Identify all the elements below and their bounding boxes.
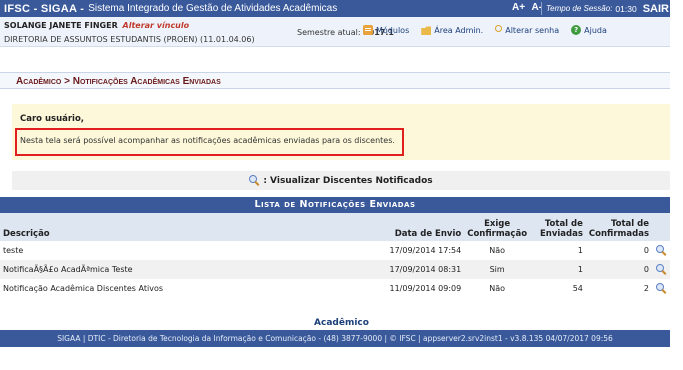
notice-box: Caro usuário, Nesta tela será possível a… — [12, 104, 670, 160]
cell-descricao: NotificaÃ§Ã£o AcadÃªmica Teste — [0, 260, 375, 279]
table-header-row: Descrição Data de Envio Exige Confirmaçã… — [0, 213, 670, 241]
footer: SIGAA | DTIC - Diretoria de Tecnologia d… — [0, 330, 670, 347]
legend-text: : Visualizar Discentes Notificados — [263, 175, 433, 186]
view-cell — [652, 241, 670, 260]
user-name: SOLANGE JANETE FINGER — [4, 21, 118, 30]
notice-text: Nesta tela será possível acompanhar as n… — [20, 136, 395, 145]
cell-enviadas: 1 — [530, 260, 586, 279]
cell-exige: Não — [489, 284, 505, 293]
legend-bar: : Visualizar Discentes Notificados — [12, 171, 670, 190]
toolbar: Módulos Área Admin. Alterar senha ? Ajud… — [363, 25, 619, 35]
notifications-table: Descrição Data de Envio Exige Confirmaçã… — [0, 213, 670, 298]
cell-confirmadas: 0 — [585, 260, 652, 279]
module-link[interactable]: Acadêmico — [0, 318, 683, 328]
cell-descricao: teste — [3, 246, 24, 255]
modulos-label: Módulos — [376, 25, 410, 35]
header-total-enviadas: Total de Enviadas — [530, 213, 586, 241]
magnifier-icon[interactable] — [656, 244, 666, 255]
cell-confirmadas: 2 — [643, 284, 649, 293]
logout-button[interactable]: SAIR — [643, 3, 669, 15]
key-icon — [495, 25, 503, 32]
alterar-senha-label: Alterar senha — [505, 25, 560, 35]
list-title: Lista de Notificações Enviadas — [0, 197, 670, 213]
view-cell — [652, 260, 670, 279]
semester-label: Semestre atual: — [297, 28, 361, 37]
breadcrumb: Acadêmico > Notificações Acadêmicas Envi… — [0, 72, 670, 89]
user-info: SOLANGE JANETE FINGER Alterar vínculo — [4, 21, 189, 30]
cell-data: 17/09/2014 08:31 — [374, 260, 465, 279]
header-actions — [652, 213, 670, 241]
magnifier-icon[interactable] — [656, 282, 666, 293]
cell-descricao: Notificação Acadêmica Discentes Ativos — [3, 284, 164, 293]
ajuda-label: Ajuda — [584, 25, 607, 35]
area-admin-label: Área Admin. — [434, 25, 484, 35]
table-row: teste 17/09/2014 17:54 Não 1 0 — [0, 241, 670, 260]
session-info: Tempo de Sessão: 01:30 SAIR — [541, 2, 669, 15]
area-admin-button[interactable]: Área Admin. — [421, 25, 483, 35]
session-time: 01:30 — [615, 3, 637, 14]
cell-confirmadas: 0 — [643, 246, 649, 255]
cell-enviadas: 54 — [572, 284, 583, 293]
header-total-confirmadas: Total de Confirmadas — [585, 213, 652, 241]
modules-icon — [363, 25, 373, 35]
folder-icon — [421, 26, 432, 35]
header-data: Data de Envio — [374, 213, 465, 241]
header-descricao: Descrição — [0, 213, 375, 241]
magnifier-icon[interactable] — [656, 263, 666, 274]
help-icon: ? — [571, 25, 582, 35]
cell-data: 11/09/2014 09:09 — [389, 284, 462, 293]
cell-exige: Não — [489, 246, 505, 255]
cell-enviadas: 1 — [577, 246, 583, 255]
app-brand: IFSC - SIGAA - — [4, 2, 85, 15]
session-label: Tempo de Sessão: — [546, 4, 613, 13]
top-bar: IFSC - SIGAA - Sistema Integrado de Gest… — [0, 0, 670, 17]
ajuda-button[interactable]: ? Ajuda — [571, 25, 607, 35]
modulos-button[interactable]: Módulos — [363, 25, 409, 35]
font-increase-button[interactable]: A+ — [512, 2, 525, 13]
magnifier-icon — [249, 175, 260, 186]
change-link[interactable]: Alterar vínculo — [123, 21, 190, 30]
notice-title: Caro usuário, — [20, 114, 85, 124]
table-row: NotificaÃ§Ã£o AcadÃªmica Teste 17/09/201… — [0, 260, 670, 279]
alterar-senha-button[interactable]: Alterar senha — [495, 25, 560, 35]
user-department: DIRETORIA DE ASSUNTOS ESTUDANTIS (PROEN)… — [4, 35, 255, 44]
table-row: Notificação Acadêmica Discentes Ativos 1… — [0, 279, 670, 298]
cell-data: 17/09/2014 17:54 — [389, 246, 462, 255]
cell-exige: Sim — [464, 260, 531, 279]
user-bar: SOLANGE JANETE FINGER Alterar vínculo DI… — [0, 17, 670, 47]
app-subtitle: Sistema Integrado de Gestão de Atividade… — [88, 3, 338, 14]
header-exige: Exige Confirmação — [464, 213, 531, 241]
view-cell — [652, 279, 670, 298]
